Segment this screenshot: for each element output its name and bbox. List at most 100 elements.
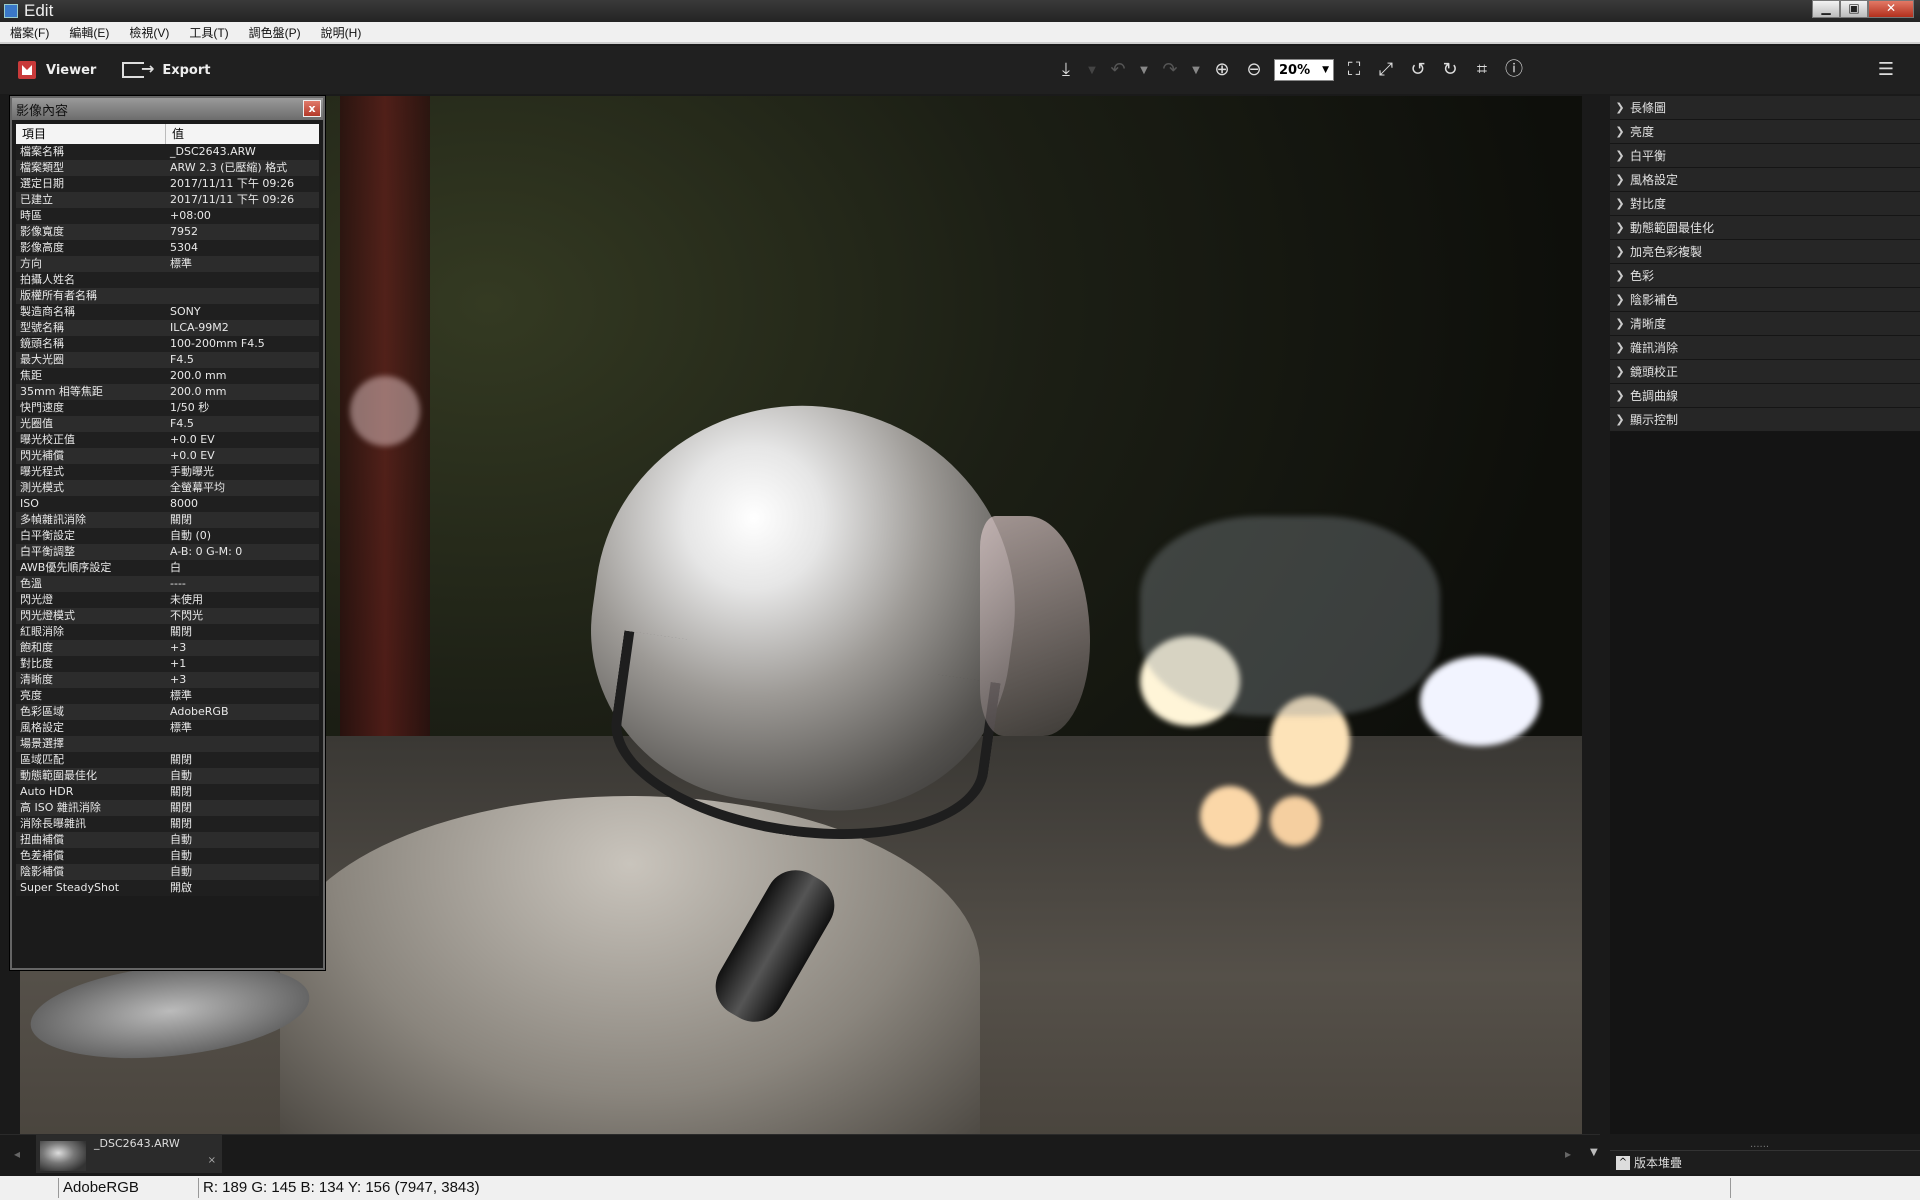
property-row[interactable]: 測光模式 全螢幕平均	[16, 480, 319, 496]
adjustment-item[interactable]: ❯ 亮度	[1610, 120, 1920, 144]
property-row[interactable]: 飽和度 +3	[16, 640, 319, 656]
filmstrip-prev-icon[interactable]: ◂	[14, 1147, 20, 1161]
adjustment-item[interactable]: ❯ 風格設定	[1610, 168, 1920, 192]
menu-view[interactable]: 檢視(V)	[119, 24, 179, 41]
property-row[interactable]: 版權所有者名稱	[16, 288, 319, 304]
menu-edit[interactable]: 編輯(E)	[59, 24, 119, 41]
adjustment-item[interactable]: ❯ 對比度	[1610, 192, 1920, 216]
property-row[interactable]: 35mm 相等焦距 200.0 mm	[16, 384, 319, 400]
property-row[interactable]: Auto HDR 關閉	[16, 784, 319, 800]
adjustment-item[interactable]: ❯ 雜訊消除	[1610, 336, 1920, 360]
version-stack-bar[interactable]: ...... ^ 版本堆疊	[1610, 1139, 1920, 1174]
viewer-button[interactable]: Viewer	[8, 54, 106, 86]
menu-file[interactable]: 檔案(F)	[0, 24, 59, 41]
property-row[interactable]: 紅眼消除 關閉	[16, 624, 319, 640]
rotate-right-icon[interactable]: ↻	[1434, 54, 1466, 86]
property-row[interactable]: 多幀雜訊消除 關閉	[16, 512, 319, 528]
expand-stack-icon[interactable]: ^	[1616, 1155, 1630, 1170]
adjustment-item[interactable]: ❯ 加亮色彩複製	[1610, 240, 1920, 264]
undo-menu-caret[interactable]: ▼	[1134, 65, 1154, 76]
adjustment-item[interactable]: ❯ 白平衡	[1610, 144, 1920, 168]
rotate-left-icon[interactable]: ↺	[1402, 54, 1434, 86]
property-row[interactable]: 曝光校正值 +0.0 EV	[16, 432, 319, 448]
menu-palette[interactable]: 調色盤(P)	[239, 24, 311, 41]
property-row[interactable]: 陰影補償 自動	[16, 864, 319, 880]
property-row[interactable]: 白平衡調整 A-B: 0 G-M: 0	[16, 544, 319, 560]
property-row[interactable]: Super SteadyShot 開啟	[16, 880, 319, 896]
property-row[interactable]: 曝光程式 手動曝光	[16, 464, 319, 480]
property-row[interactable]: 亮度 標準	[16, 688, 319, 704]
filmstrip-collapse-icon[interactable]: ▼	[1590, 1147, 1598, 1158]
property-row[interactable]: 白平衡設定 自動 (0)	[16, 528, 319, 544]
property-row[interactable]: 動態範圍最佳化 自動	[16, 768, 319, 784]
property-row[interactable]: 閃光燈 未使用	[16, 592, 319, 608]
property-row[interactable]: 方向 標準	[16, 256, 319, 272]
zoom-in-icon[interactable]: ⊕	[1206, 54, 1238, 86]
fit-screen-icon[interactable]: ⛶	[1338, 54, 1370, 86]
adjust-settings-icon[interactable]: ☰	[1870, 54, 1902, 86]
property-row[interactable]: 焦距 200.0 mm	[16, 368, 319, 384]
property-row[interactable]: 區域匹配 關閉	[16, 752, 319, 768]
property-row[interactable]: 最大光圈 F4.5	[16, 352, 319, 368]
close-window-button[interactable]: ✕	[1868, 0, 1914, 18]
redo-icon[interactable]: ↷	[1154, 54, 1186, 86]
property-row[interactable]: 時區 +08:00	[16, 208, 319, 224]
property-row[interactable]: 清晰度 +3	[16, 672, 319, 688]
adjustment-item[interactable]: ❯ 長條圖	[1610, 96, 1920, 120]
property-row[interactable]: 色溫 ----	[16, 576, 319, 592]
filmstrip-thumbnail-item[interactable]: _DSC2643.ARW ×	[36, 1135, 222, 1173]
property-row[interactable]: 色差補償 自動	[16, 848, 319, 864]
property-row[interactable]: 影像寬度 7952	[16, 224, 319, 240]
close-properties-button[interactable]: x	[303, 100, 321, 117]
info-icon[interactable]: ⓘ	[1498, 54, 1530, 86]
adjustment-item[interactable]: ❯ 動態範圍最佳化	[1610, 216, 1920, 240]
property-row[interactable]: 色彩區域 AdobeRGB	[16, 704, 319, 720]
adjustment-item[interactable]: ❯ 清晰度	[1610, 312, 1920, 336]
save-icon[interactable]: ⤓	[1050, 54, 1082, 86]
filmstrip-next-icon[interactable]: ▸	[1565, 1147, 1571, 1161]
panel-resize-grip[interactable]: ......	[1750, 1139, 1769, 1150]
property-row[interactable]: 閃光補償 +0.0 EV	[16, 448, 319, 464]
column-header-item[interactable]: 項目	[16, 124, 166, 144]
adjustment-item[interactable]: ❯ 鏡頭校正	[1610, 360, 1920, 384]
property-row[interactable]: 檔案類型 ARW 2.3 (已壓縮) 格式	[16, 160, 319, 176]
property-row[interactable]: 光圈值 F4.5	[16, 416, 319, 432]
property-row[interactable]: AWB優先順序設定 白	[16, 560, 319, 576]
maximize-button[interactable]: ▣	[1840, 0, 1868, 18]
crop-icon[interactable]: ⌗	[1466, 54, 1498, 86]
adjustment-item[interactable]: ❯ 色彩	[1610, 264, 1920, 288]
adjustment-item[interactable]: ❯ 陰影補色	[1610, 288, 1920, 312]
property-row[interactable]: 拍攝人姓名	[16, 272, 319, 288]
zoom-out-icon[interactable]: ⊖	[1238, 54, 1270, 86]
adjustment-item[interactable]: ❯ 顯示控制	[1610, 408, 1920, 432]
menu-help[interactable]: 說明(H)	[311, 24, 372, 41]
minimize-button[interactable]: ▁	[1812, 0, 1840, 18]
property-row[interactable]: 型號名稱 ILCA-99M2	[16, 320, 319, 336]
property-row[interactable]: 選定日期 2017/11/11 下午 09:26	[16, 176, 319, 192]
property-row[interactable]: 高 ISO 雜訊消除 關閉	[16, 800, 319, 816]
property-row[interactable]: 對比度 +1	[16, 656, 319, 672]
property-key: 35mm 相等焦距	[20, 385, 103, 398]
zoom-select[interactable]: 20% ▼	[1274, 59, 1334, 81]
export-button[interactable]: Export	[112, 54, 220, 86]
adjustment-item[interactable]: ❯ 色調曲線	[1610, 384, 1920, 408]
property-row[interactable]: 鏡頭名稱 100-200mm F4.5	[16, 336, 319, 352]
property-row[interactable]: 風格設定 標準	[16, 720, 319, 736]
property-row[interactable]: 已建立 2017/11/11 下午 09:26	[16, 192, 319, 208]
property-row[interactable]: 場景選擇	[16, 736, 319, 752]
property-row[interactable]: 快門速度 1/50 秒	[16, 400, 319, 416]
menu-tools[interactable]: 工具(T)	[179, 24, 238, 41]
image-properties-header[interactable]: 影像內容 x	[12, 98, 323, 120]
property-row[interactable]: ISO 8000	[16, 496, 319, 512]
property-row[interactable]: 製造商名稱 SONY	[16, 304, 319, 320]
actual-size-icon[interactable]: ⤢	[1370, 54, 1402, 86]
property-row[interactable]: 閃光燈模式 不閃光	[16, 608, 319, 624]
redo-menu-caret[interactable]: ▼	[1186, 65, 1206, 76]
undo-icon[interactable]: ↶	[1102, 54, 1134, 86]
property-row[interactable]: 扭曲補償 自動	[16, 832, 319, 848]
close-thumbnail-icon[interactable]: ×	[208, 1155, 216, 1166]
property-row[interactable]: 影像高度 5304	[16, 240, 319, 256]
property-row[interactable]: 消除長曝雜訊 關閉	[16, 816, 319, 832]
column-header-value[interactable]: 值	[166, 124, 319, 144]
property-row[interactable]: 檔案名稱 _DSC2643.ARW	[16, 144, 319, 160]
